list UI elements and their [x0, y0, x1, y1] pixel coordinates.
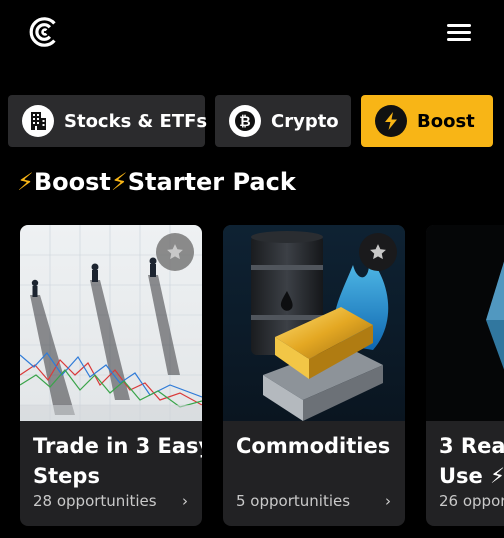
- card-opportunities-count: 26 oppor: [439, 492, 504, 510]
- category-tabs: Stocks & ETFs ₿ Crypto Boost: [8, 95, 504, 147]
- card-title: Commodities: [236, 434, 391, 458]
- card-commodities[interactable]: Commodities 5 opportunities ›: [223, 225, 405, 526]
- card-3-reasons[interactable]: 3 Reas Use ⚡ 26 oppor: [426, 225, 504, 526]
- celsius-logo-icon[interactable]: [28, 16, 60, 48]
- building-icon: [22, 105, 54, 137]
- tab-boost[interactable]: Boost: [361, 95, 493, 147]
- section-title: ⚡Boost⚡Starter Pack: [17, 168, 296, 196]
- lightning-icon: [375, 105, 407, 137]
- bitcoin-icon: ₿: [229, 105, 261, 137]
- tab-stocks-etfs[interactable]: Stocks & ETFs: [8, 95, 208, 147]
- card-opportunities-count: 28 opportunities: [33, 492, 157, 510]
- lightning-emoji-icon: ⚡: [17, 168, 34, 196]
- hamburger-menu-icon[interactable]: [444, 20, 474, 46]
- chevron-right-icon: ›: [182, 492, 188, 510]
- favorite-star-button[interactable]: [156, 233, 194, 271]
- tab-label: Boost: [417, 110, 475, 132]
- card-opportunities-count: 5 opportunities: [236, 492, 351, 510]
- card-trade-in-3-easy-steps[interactable]: Trade in 3 Easy Steps 28 opportunities ›: [20, 225, 202, 526]
- card-title: Trade in 3 Easy Steps: [33, 434, 202, 488]
- card-title: 3 Reas Use ⚡: [439, 434, 504, 488]
- tab-label: Crypto: [271, 110, 339, 132]
- svg-text:₿: ₿: [239, 114, 250, 130]
- lightning-emoji-icon: ⚡: [110, 168, 128, 196]
- tab-label: Stocks & ETFs: [64, 110, 208, 132]
- boost-card-carousel[interactable]: Trade in 3 Easy Steps 28 opportunities ›: [0, 225, 504, 526]
- chevron-right-icon: ›: [385, 492, 391, 510]
- top-bar: [0, 0, 504, 70]
- lightning-bolt-image: [426, 225, 504, 421]
- section-title-word2: Starter Pack: [127, 168, 296, 196]
- favorite-star-button[interactable]: [359, 233, 397, 271]
- section-title-word1: Boost: [33, 168, 111, 196]
- tab-crypto[interactable]: ₿ Crypto: [215, 95, 351, 147]
